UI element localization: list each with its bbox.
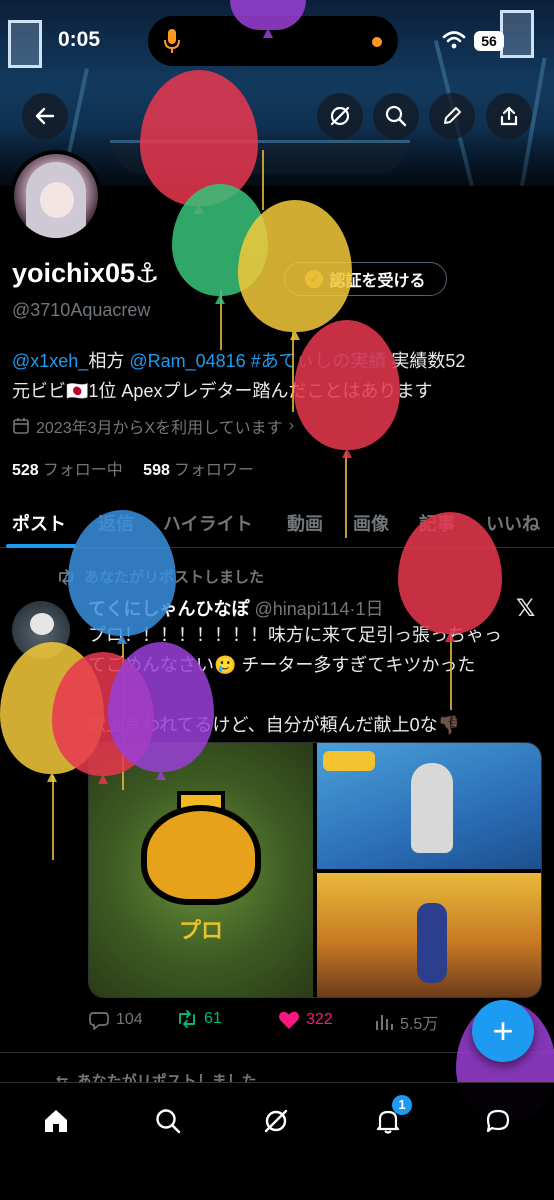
grok-icon bbox=[264, 1109, 288, 1133]
notification-badge: 1 bbox=[392, 1095, 412, 1115]
nav-home[interactable] bbox=[34, 1099, 78, 1143]
following-link[interactable]: 528 フォロー中 bbox=[12, 462, 123, 479]
search-icon bbox=[385, 105, 407, 127]
share-icon bbox=[500, 106, 518, 126]
balloon-decoration bbox=[140, 70, 258, 206]
battery-indicator: 56 bbox=[474, 31, 504, 51]
media-tag-graphic bbox=[323, 751, 375, 771]
reply-icon bbox=[89, 1012, 109, 1030]
media-image-gameplay[interactable] bbox=[317, 873, 541, 997]
like-count: 322 bbox=[306, 1011, 333, 1028]
repost-icon bbox=[179, 1010, 195, 1028]
repost-count: 61 bbox=[204, 1010, 222, 1027]
wifi-icon bbox=[442, 31, 466, 49]
nav-messages[interactable] bbox=[476, 1099, 520, 1143]
arrow-left-icon bbox=[35, 107, 55, 125]
active-tab-indicator bbox=[6, 544, 76, 548]
message-icon bbox=[486, 1109, 510, 1133]
display-name-text: yoichix05 bbox=[12, 258, 136, 288]
tab-videos[interactable]: 動画 bbox=[287, 496, 323, 536]
post-time: 1日 bbox=[355, 599, 384, 619]
reply-count: 104 bbox=[116, 1011, 143, 1028]
grok-icon bbox=[330, 106, 350, 126]
joined-date: 2023年3月からXを利用しています › bbox=[12, 414, 294, 438]
tab-likes[interactable]: いいね bbox=[486, 496, 540, 536]
back-button[interactable] bbox=[22, 93, 68, 139]
trophy-graphic bbox=[141, 805, 261, 905]
plus-icon: + bbox=[492, 1010, 514, 1051]
profile-bio: @x1xeh_相方 @Ram_04816 #あてぃしの実績 実績数52 元ビビ🇯… bbox=[12, 346, 542, 406]
avatar-face bbox=[40, 182, 74, 218]
joined-text: 2023年3月からXを利用しています bbox=[36, 420, 283, 437]
x-logo-icon: 𝕏 bbox=[516, 595, 536, 622]
edit-profile-button[interactable] bbox=[429, 93, 475, 139]
bio-mention-link[interactable]: @Ram_04816 bbox=[129, 351, 245, 371]
bio-text: 実績数52 bbox=[386, 351, 466, 371]
tab-images[interactable]: 画像 bbox=[353, 496, 389, 536]
pencil-icon bbox=[444, 107, 461, 124]
character-graphic bbox=[417, 903, 447, 983]
home-icon bbox=[45, 1110, 67, 1132]
balloon-string bbox=[52, 776, 54, 860]
followers-link[interactable]: 598 フォロワー bbox=[143, 462, 254, 479]
grok-button[interactable] bbox=[317, 93, 363, 139]
avatar-skull bbox=[30, 613, 54, 635]
share-button[interactable] bbox=[486, 93, 532, 139]
balloon-decoration bbox=[68, 510, 176, 636]
balloon-string bbox=[450, 632, 452, 710]
bottom-navigation: 1 bbox=[0, 1082, 554, 1200]
balloon-decoration bbox=[108, 642, 214, 772]
tab-highlights[interactable]: ハイライト bbox=[163, 496, 253, 536]
microphone-icon bbox=[164, 29, 180, 53]
character-graphic bbox=[411, 763, 453, 853]
search-icon bbox=[156, 1109, 181, 1134]
post-actions: 104 61 322 5.5万 bbox=[88, 1008, 468, 1036]
balloon-decoration bbox=[398, 512, 502, 634]
nav-grok[interactable] bbox=[254, 1099, 298, 1143]
nav-search[interactable] bbox=[146, 1099, 190, 1143]
post-media-grid: プロ bbox=[88, 742, 542, 998]
bio-text: 相方 bbox=[88, 351, 130, 371]
following-label: フォロー中 bbox=[42, 462, 123, 479]
balloon-decoration bbox=[238, 200, 352, 332]
views-button[interactable]: 5.5万 bbox=[374, 1010, 438, 1034]
heart-icon bbox=[279, 1011, 299, 1029]
follow-stats: 528 フォロー中 598 フォロワー bbox=[12, 456, 254, 480]
tab-posts[interactable]: ポスト bbox=[12, 496, 66, 536]
media-caption: プロ bbox=[178, 918, 223, 943]
compose-post-button[interactable]: + bbox=[472, 1000, 534, 1062]
bio-mention-link[interactable]: @x1xeh_ bbox=[12, 351, 88, 371]
following-count: 528 bbox=[12, 462, 39, 479]
balloon-string bbox=[262, 150, 264, 210]
view-count: 5.5万 bbox=[400, 1016, 439, 1033]
reply-button[interactable]: 104 bbox=[88, 1010, 143, 1030]
followers-label: フォロワー bbox=[173, 462, 254, 479]
post-author-handle: @hinapi114 bbox=[254, 599, 350, 619]
user-handle: @3710Aquacrew bbox=[12, 300, 151, 320]
followers-count: 598 bbox=[143, 462, 170, 479]
nav-notifications[interactable]: 1 bbox=[366, 1095, 412, 1143]
balloon-string bbox=[345, 452, 347, 538]
recording-dot bbox=[372, 37, 382, 47]
display-name: yoichix05⚓ bbox=[12, 258, 159, 289]
repost-button[interactable]: 61 bbox=[176, 1010, 222, 1028]
like-button[interactable]: 322 bbox=[278, 1010, 333, 1030]
balloon-decoration bbox=[294, 320, 400, 450]
analytics-icon bbox=[376, 1015, 393, 1030]
status-time: 0:05 bbox=[58, 28, 101, 51]
chevron-right-icon: › bbox=[288, 417, 295, 434]
anchor-emoji: ⚓ bbox=[135, 258, 160, 288]
media-image-character[interactable] bbox=[317, 743, 541, 869]
calendar-icon bbox=[13, 418, 29, 434]
search-button[interactable] bbox=[373, 93, 419, 139]
profile-avatar[interactable] bbox=[10, 150, 102, 242]
